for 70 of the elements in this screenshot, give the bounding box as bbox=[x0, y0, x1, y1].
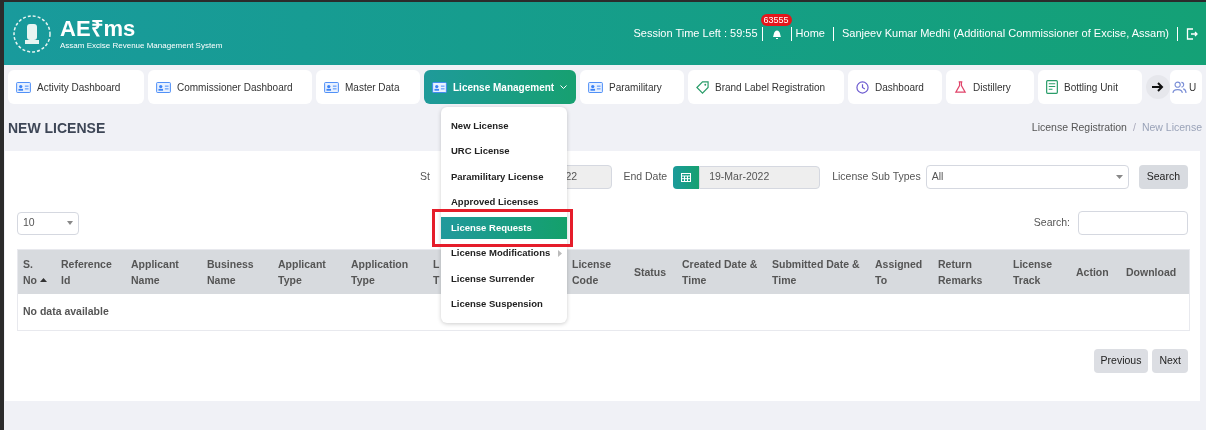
nav-tab[interactable]: Activity Dashboard bbox=[8, 70, 144, 104]
nav-tab[interactable]: Master Data bbox=[316, 70, 420, 104]
page-title: NEW LICENSE bbox=[8, 118, 106, 138]
document-icon bbox=[1046, 80, 1058, 94]
column-header[interactable]: Submitted Date & Time bbox=[772, 256, 860, 288]
license-sub-types-label: License Sub Types bbox=[832, 169, 921, 185]
id-card-icon bbox=[588, 81, 603, 93]
nav-tab[interactable]: Bottling Unit bbox=[1038, 70, 1142, 104]
caret-icon bbox=[1115, 175, 1123, 179]
page-length-select[interactable]: 10 bbox=[17, 211, 79, 235]
menu-item[interactable]: License Modifications bbox=[441, 242, 567, 265]
nav-tab[interactable]: Paramilitary bbox=[580, 70, 684, 104]
flask-icon bbox=[954, 80, 967, 94]
column-header[interactable]: Created Date & Time bbox=[682, 256, 758, 288]
column-header[interactable]: Application Type bbox=[351, 256, 409, 288]
logo-text: AE₹ms bbox=[60, 16, 137, 41]
breadcrumb-item: New License bbox=[1141, 120, 1202, 136]
end-date-label: End Date bbox=[623, 169, 668, 185]
id-card-icon bbox=[16, 81, 31, 93]
pagination-button[interactable]: Previous bbox=[1093, 349, 1149, 373]
column-header[interactable]: Reference Id bbox=[61, 256, 112, 288]
column-header[interactable]: Download bbox=[1126, 264, 1177, 280]
pagination-button[interactable]: Next bbox=[1152, 349, 1188, 373]
user-name: Sanjeev Kumar Medhi (Additional Commissioner of Excise, Assam) bbox=[841, 26, 1169, 42]
menu-item[interactable]: License Suspension bbox=[441, 293, 567, 316]
column-header[interactable]: Business Name bbox=[207, 256, 254, 288]
nav-tab[interactable]: Distillery bbox=[946, 70, 1034, 104]
tag-icon bbox=[696, 80, 709, 94]
id-card-icon bbox=[432, 81, 447, 93]
logout-icon[interactable] bbox=[1186, 27, 1198, 40]
empty-table-message: No data available bbox=[23, 304, 109, 320]
logo-subtitle: Assam Excise Revenue Management System bbox=[60, 40, 223, 51]
breadcrumb-separator: / bbox=[1132, 120, 1136, 136]
menu-item[interactable]: New License bbox=[441, 114, 567, 137]
calendar-icon bbox=[681, 172, 692, 182]
breadcrumb-item[interactable]: License Registration bbox=[1031, 120, 1127, 136]
nav-tab[interactable]: Commissioner Dashboard bbox=[148, 70, 312, 104]
nav-tab[interactable]: Brand Label Registration bbox=[688, 70, 844, 104]
column-header[interactable]: Status bbox=[634, 264, 667, 280]
calendar-button[interactable] bbox=[673, 165, 700, 189]
arrow-right-icon bbox=[1152, 82, 1164, 92]
column-header[interactable]: Applicant Name bbox=[131, 256, 179, 288]
emblem-icon bbox=[12, 13, 52, 54]
scroll-right-button[interactable] bbox=[1146, 75, 1170, 99]
id-card-icon bbox=[156, 81, 171, 93]
menu-item[interactable]: License Surrender bbox=[441, 267, 567, 290]
column-header[interactable]: S. No bbox=[23, 256, 47, 288]
end-date-field[interactable]: 19-Mar-2022 bbox=[699, 165, 821, 189]
menu-item[interactable]: Approved Licenses bbox=[441, 191, 567, 214]
column-header[interactable]: Assigned To bbox=[875, 256, 923, 288]
license-sub-types-select[interactable]: All bbox=[925, 165, 1129, 189]
start-date-label: St bbox=[420, 169, 430, 185]
search-field[interactable] bbox=[1078, 211, 1188, 235]
nav-tab[interactable]: Dashboard bbox=[848, 70, 942, 104]
users-icon bbox=[1172, 80, 1187, 94]
nav-tab[interactable]: U bbox=[1170, 70, 1203, 104]
column-header[interactable]: License Code bbox=[572, 256, 612, 288]
column-header[interactable]: Action bbox=[1076, 264, 1109, 280]
session-timer: Session Time Left : 59:55 bbox=[633, 26, 758, 42]
caret-icon bbox=[67, 221, 73, 225]
column-header[interactable]: License Track bbox=[1013, 256, 1053, 288]
search-label: Search: bbox=[1033, 215, 1070, 231]
column-header[interactable]: Return Remarks bbox=[938, 256, 983, 288]
search-button[interactable]: Search bbox=[1138, 165, 1188, 189]
notification-badge: 63555 bbox=[760, 13, 792, 26]
column-header[interactable]: L T bbox=[433, 256, 440, 288]
clock-icon bbox=[856, 80, 869, 94]
id-card-icon bbox=[324, 81, 339, 93]
menu-item[interactable]: URC License bbox=[441, 140, 567, 163]
column-header[interactable]: Applicant Type bbox=[278, 256, 326, 288]
